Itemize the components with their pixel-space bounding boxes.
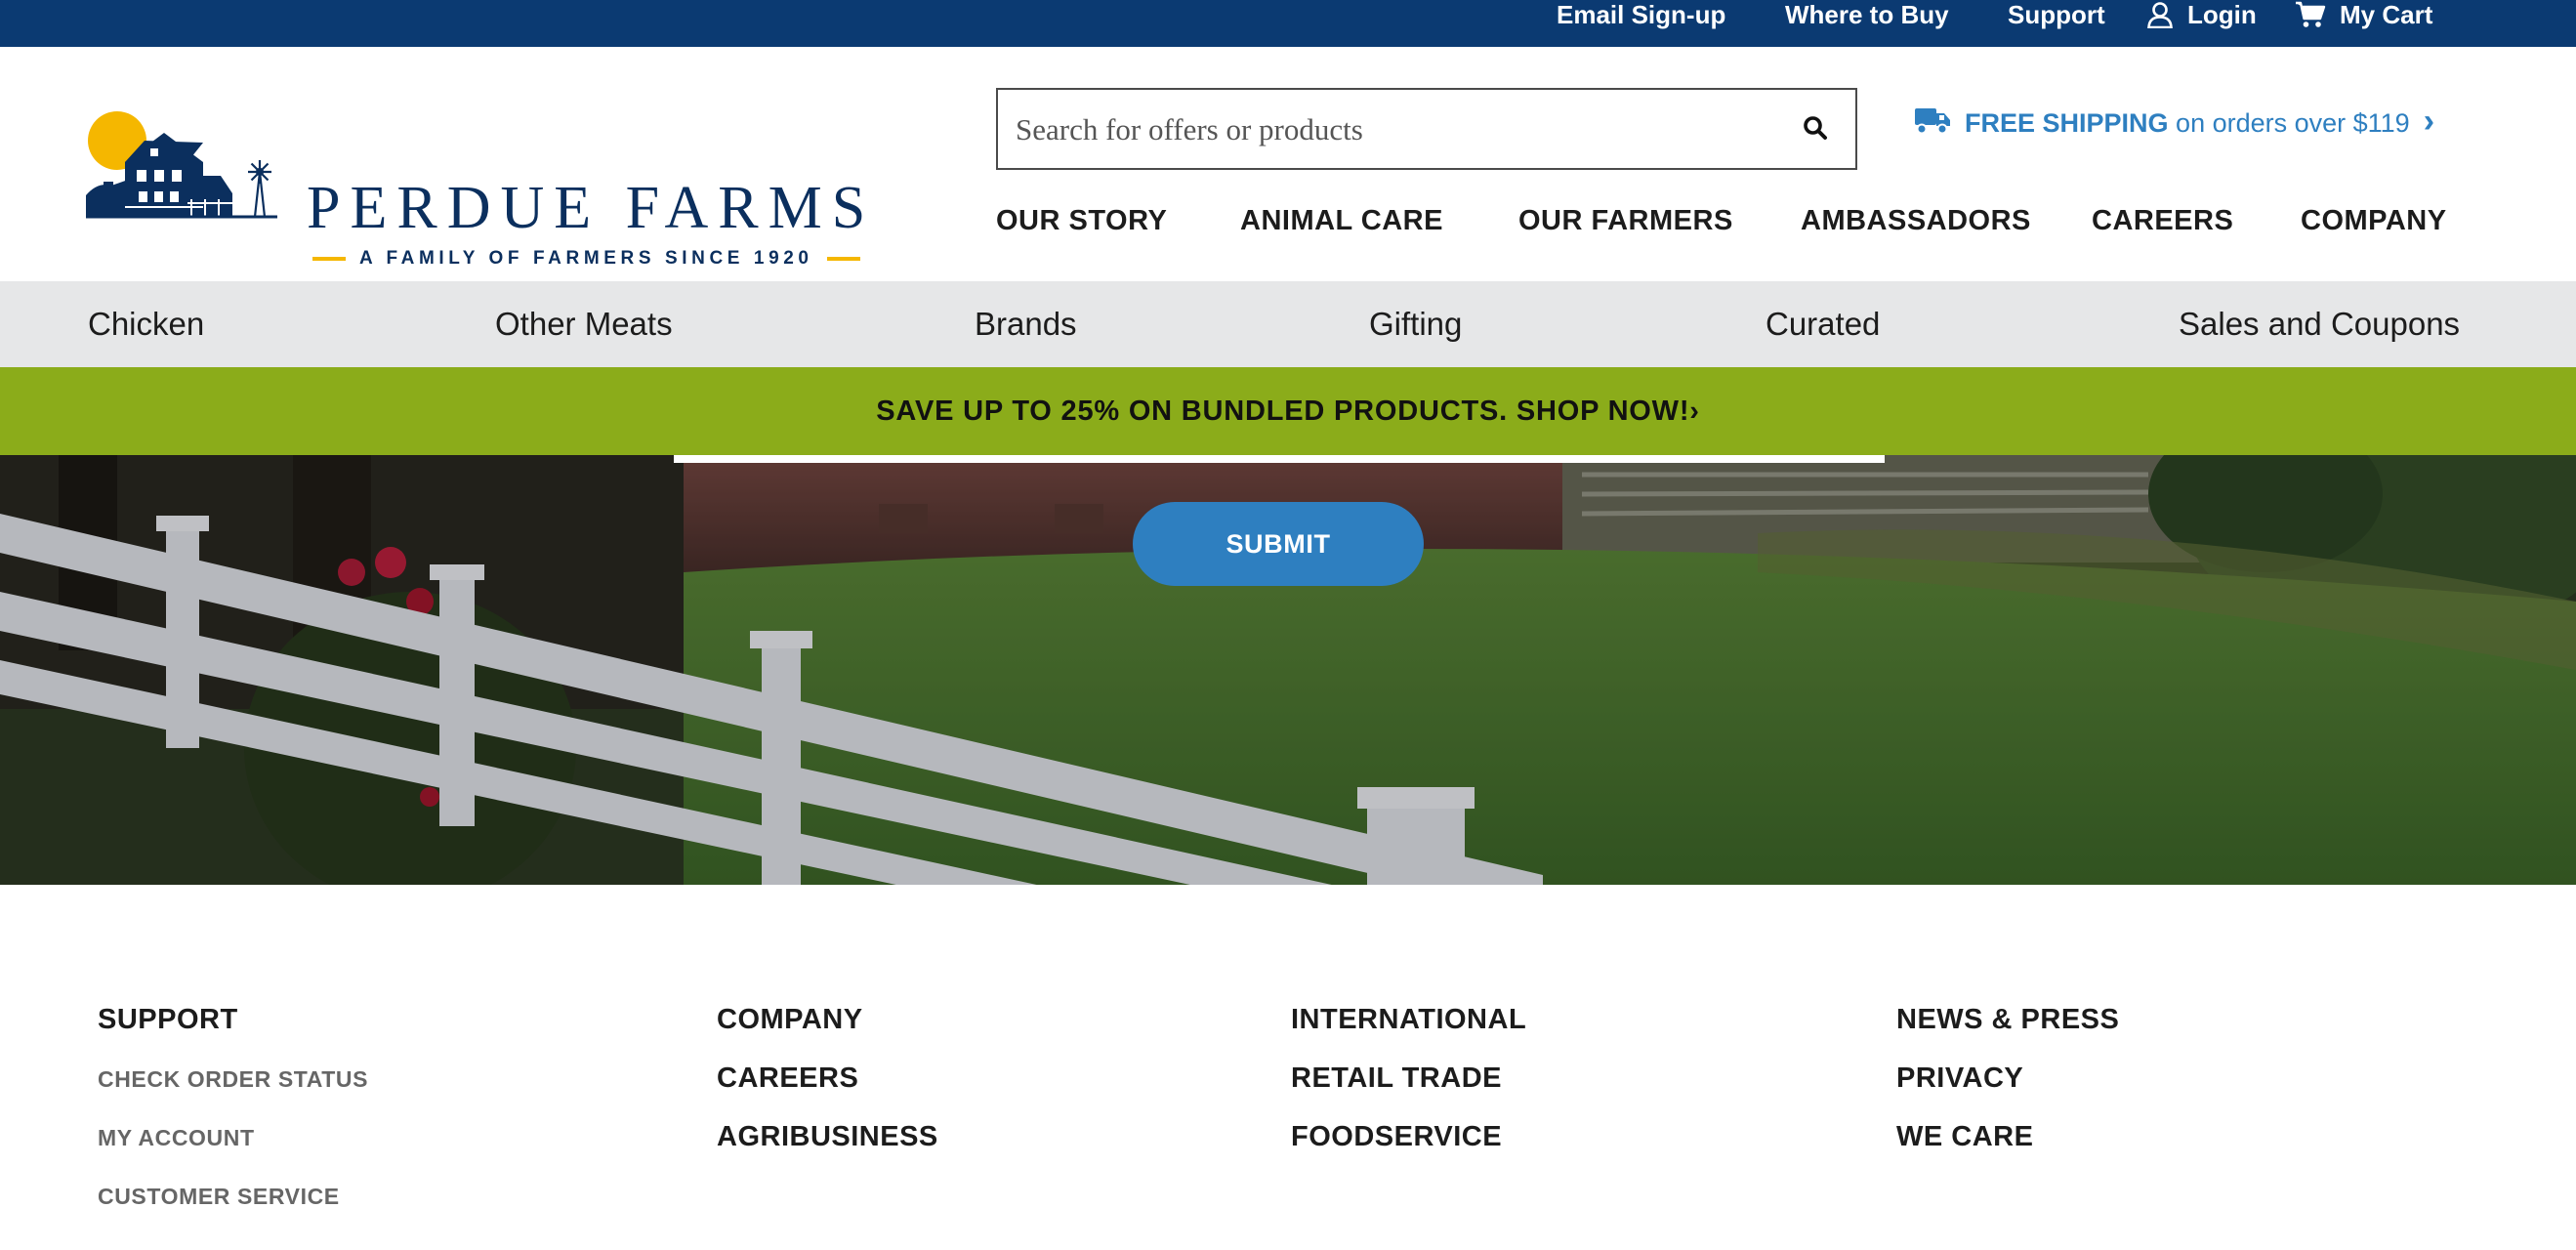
utility-bar: Email Sign-up Where to Buy Support Login… xyxy=(0,0,2576,47)
search-input[interactable] xyxy=(1016,107,1777,152)
cart-link[interactable]: My Cart xyxy=(2295,0,2432,29)
footer-company[interactable]: COMPANY xyxy=(717,1000,863,1039)
shipping-rest: on orders over $119 xyxy=(2168,107,2410,138)
site-footer: SUPPORT CHECK ORDER STATUS MY ACCOUNT CU… xyxy=(0,885,2576,1250)
promo-text: SAVE UP TO 25% ON BUNDLED PRODUCTS. SHOP… xyxy=(876,396,1700,427)
cart-label: My Cart xyxy=(2340,0,2433,29)
tagline-dash-right xyxy=(826,257,860,261)
chevron-right-icon: › xyxy=(2423,102,2435,140)
submit-button[interactable]: SUBMIT xyxy=(1133,502,1424,586)
category-other-meats[interactable]: Other Meats xyxy=(495,303,673,346)
tagline-dash-left xyxy=(312,257,346,261)
footer-news-and-press[interactable]: NEWS & PRESS xyxy=(1896,1000,2119,1039)
nav-careers[interactable]: CAREERS xyxy=(2092,201,2233,240)
footer-privacy[interactable]: PRIVACY xyxy=(1896,1059,2023,1098)
shipping-highlight: FREE SHIPPING xyxy=(1965,107,2169,138)
footer-support-heading[interactable]: SUPPORT xyxy=(98,1000,238,1039)
support-link[interactable]: Support xyxy=(2008,0,2105,29)
nav-company[interactable]: COMPANY xyxy=(2301,201,2447,240)
brand-name: PERDUE FARMS xyxy=(307,175,876,241)
user-icon xyxy=(2146,1,2174,28)
footer-my-account[interactable]: MY ACCOUNT xyxy=(98,1121,255,1154)
footer-careers[interactable]: CAREERS xyxy=(717,1059,858,1098)
footer-international[interactable]: INTERNATIONAL xyxy=(1291,1000,1526,1039)
email-signup-link[interactable]: Email Sign-up xyxy=(1557,0,1725,29)
category-curated[interactable]: Curated xyxy=(1766,303,1880,346)
promo-banner[interactable]: SAVE UP TO 25% ON BUNDLED PRODUCTS. SHOP… xyxy=(0,367,2576,455)
category-gifting[interactable]: Gifting xyxy=(1369,303,1462,346)
category-sales-and-coupons[interactable]: Sales and Coupons xyxy=(2179,303,2460,346)
cart-icon xyxy=(2295,1,2326,28)
footer-check-order-status[interactable]: CHECK ORDER STATUS xyxy=(98,1062,368,1096)
footer-customer-service[interactable]: CUSTOMER SERVICE xyxy=(98,1180,340,1213)
footer-we-care[interactable]: WE CARE xyxy=(1896,1117,2033,1156)
category-brands[interactable]: Brands xyxy=(975,303,1077,346)
brand-tagline: A FAMILY OF FARMERS SINCE 1920 xyxy=(312,244,891,273)
shipping-text: FREE SHIPPING on orders over $119 xyxy=(1965,108,2410,139)
where-to-buy-link[interactable]: Where to Buy xyxy=(1785,0,1949,29)
perdue-farms-logo[interactable]: PERDUE FARMS A FAMILY OF FARMERS SINCE 1… xyxy=(86,111,896,269)
hero-farm-image: SUBMIT xyxy=(0,455,2576,885)
tagline-text: A FAMILY OF FARMERS SINCE 1920 xyxy=(359,248,813,269)
footer-retail-trade[interactable]: RETAIL TRADE xyxy=(1291,1059,1502,1098)
nav-animal-care[interactable]: ANIMAL CARE xyxy=(1240,201,1443,240)
farmhouse-logo-icon xyxy=(86,111,277,219)
nav-our-story[interactable]: OUR STORY xyxy=(996,201,1167,240)
login-link[interactable]: Login xyxy=(2146,0,2257,29)
nav-our-farmers[interactable]: OUR FARMERS xyxy=(1518,201,1733,240)
site-header: PERDUE FARMS A FAMILY OF FARMERS SINCE 1… xyxy=(0,47,2576,281)
where-to-buy-label: Where to Buy xyxy=(1785,0,1949,29)
category-nav: Chicken Other Meats Brands Gifting Curat… xyxy=(0,281,2576,367)
nav-ambassadors[interactable]: AMBASSADORS xyxy=(1801,201,2031,240)
hero-form-input-edge[interactable] xyxy=(674,455,1885,463)
footer-agribusiness[interactable]: AGRIBUSINESS xyxy=(717,1117,938,1156)
login-label: Login xyxy=(2187,0,2257,29)
search-icon xyxy=(1803,115,1828,146)
footer-foodservice[interactable]: FOODSERVICE xyxy=(1291,1117,1502,1156)
email-signup-label: Email Sign-up xyxy=(1557,0,1726,29)
search-button[interactable] xyxy=(1793,107,1838,152)
category-chicken[interactable]: Chicken xyxy=(88,303,204,346)
truck-icon xyxy=(1914,105,1951,142)
free-shipping-link[interactable]: FREE SHIPPING on orders over $119 › xyxy=(1914,102,2435,143)
support-label: Support xyxy=(2008,0,2105,29)
search-box xyxy=(996,88,1857,170)
